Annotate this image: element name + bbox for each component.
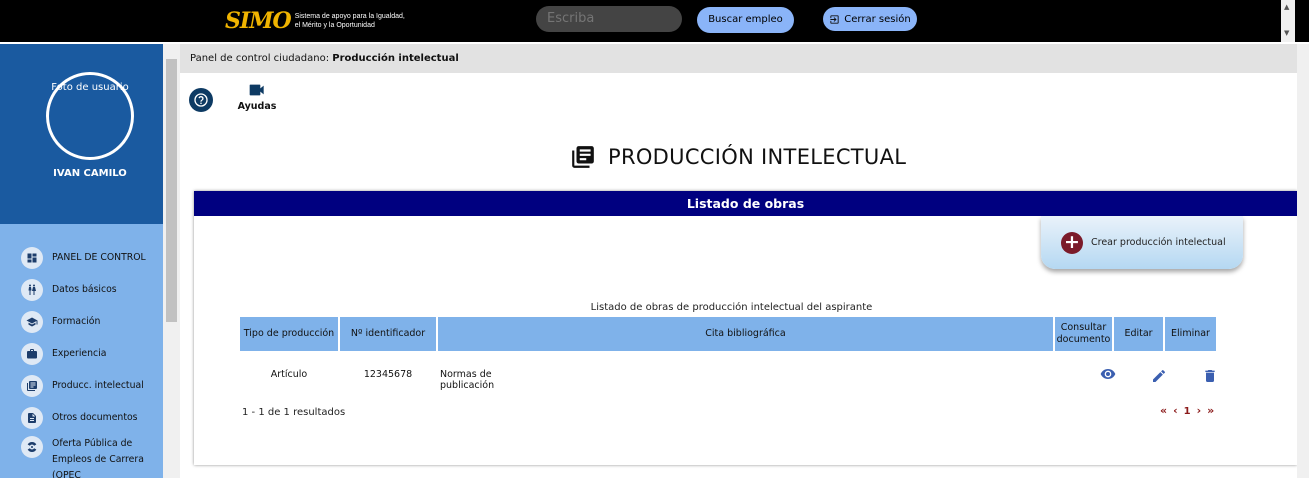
- view-document-button[interactable]: [1098, 365, 1118, 383]
- radiation-icon: [21, 436, 43, 458]
- sidebar-item-label: Oferta Pública de Empleos de Carrera (OP…: [52, 438, 144, 478]
- top-scrollbar[interactable]: ▲ ▼: [1281, 0, 1295, 42]
- cell-identificador: 12345678: [363, 369, 413, 380]
- sidebar-item-label: Datos básicos: [52, 284, 117, 295]
- cell-cita: Normas de publicación: [440, 369, 495, 391]
- page-number[interactable]: 1: [1184, 406, 1191, 417]
- sidebar-item-datos-basicos[interactable]: Datos básicos: [0, 274, 163, 306]
- sidebar: Foto de usuario IVAN CAMILO PANEL DE CON…: [0, 44, 163, 478]
- help-button[interactable]: [189, 88, 213, 112]
- edit-button[interactable]: [1149, 367, 1169, 385]
- main-content: Panel de control ciudadano: Producción i…: [180, 44, 1297, 478]
- page-title: PRODUCCIÓN INTELECTUAL: [570, 144, 906, 170]
- pencil-icon: [1153, 369, 1166, 382]
- sidebar-scrollbar-thumb[interactable]: [166, 59, 177, 322]
- simo-logo[interactable]: SIMO Sistema de apoyo para la Igualdad, …: [225, 8, 405, 34]
- library-books-icon: [21, 375, 43, 397]
- sidebar-item-experiencia[interactable]: Experiencia: [0, 338, 163, 370]
- eye-icon: [1100, 369, 1116, 379]
- ayudas-label: Ayudas: [237, 101, 277, 112]
- column-header-tipo[interactable]: Tipo de producción: [240, 317, 338, 351]
- video-camera-icon: [249, 84, 264, 96]
- logout-icon: [830, 14, 839, 24]
- sidebar-item-opec[interactable]: Oferta Pública de Empleos de Carrera (OP…: [0, 434, 163, 478]
- sidebar-item-label: Otros documentos: [52, 412, 138, 423]
- library-books-icon: [572, 146, 594, 168]
- sidebar-profile: Foto de usuario IVAN CAMILO: [0, 44, 163, 224]
- sidebar-item-produccion-intelectual[interactable]: Producc. intelectual: [0, 370, 163, 402]
- plus-icon: +: [1061, 231, 1083, 254]
- logo-text-line1: Sistema de apoyo para la Igualdad,: [294, 13, 405, 20]
- breadcrumb-current: Producción intelectual: [332, 53, 459, 64]
- logo-mark: SIMO: [225, 8, 292, 34]
- first-page-button[interactable]: «: [1160, 404, 1167, 417]
- search-input[interactable]: [536, 6, 682, 32]
- main-scrollbar[interactable]: [1297, 44, 1309, 478]
- delete-button[interactable]: [1200, 367, 1220, 385]
- user-name: IVAN CAMILO: [53, 168, 127, 179]
- avatar[interactable]: Foto de usuario: [46, 72, 134, 160]
- logo-text: Sistema de apoyo para la Igualdad, el Mé…: [295, 12, 405, 30]
- sidebar-item-formacion[interactable]: Formación: [0, 306, 163, 338]
- column-header-eliminar[interactable]: Eliminar: [1165, 317, 1216, 351]
- page-title-text: PRODUCCIÓN INTELECTUAL: [608, 145, 907, 169]
- column-header-identificador[interactable]: Nº identificador: [340, 317, 436, 351]
- help-icon: [194, 93, 208, 107]
- dashboard-icon: [21, 247, 43, 269]
- sidebar-item-label: Producc. intelectual: [52, 380, 144, 391]
- logout-button[interactable]: Cerrar sesión: [823, 7, 917, 31]
- cell-tipo: Artículo: [270, 369, 308, 380]
- logo-text-line2: el Mérito y la Oportunidad: [294, 22, 375, 29]
- sidebar-nav: PANEL DE CONTROL Datos básicos Formación…: [0, 242, 163, 478]
- logout-label: Cerrar sesión: [844, 13, 911, 25]
- trash-icon: [1205, 370, 1215, 382]
- sidebar-item-label: Formación: [52, 316, 101, 327]
- prev-page-button[interactable]: ‹: [1173, 404, 1178, 417]
- create-production-label: Crear producción intelectual: [1091, 237, 1226, 248]
- scroll-down-icon[interactable]: ▼: [1284, 29, 1289, 37]
- scroll-up-icon[interactable]: ▲: [1284, 3, 1289, 11]
- breadcrumb: Panel de control ciudadano: Producción i…: [180, 44, 1297, 73]
- card-header: Listado de obras: [194, 191, 1297, 216]
- school-icon: [21, 311, 43, 333]
- result-count: 1 - 1 de 1 resultados: [242, 407, 346, 418]
- sidebar-item-label: PANEL DE CONTROL: [52, 252, 146, 263]
- column-header-cita[interactable]: Cita bibliográfica: [438, 317, 1053, 351]
- next-page-button[interactable]: ›: [1197, 404, 1202, 417]
- document-icon: [21, 407, 43, 429]
- column-header-consultar[interactable]: Consultar documento: [1055, 317, 1112, 351]
- avatar-alt-text: Foto de usuario: [51, 82, 129, 93]
- sidebar-item-otros-documentos[interactable]: Otros documentos: [0, 402, 163, 434]
- column-header-editar[interactable]: Editar: [1114, 317, 1163, 351]
- briefcase-icon: [21, 343, 43, 365]
- search-job-button[interactable]: Buscar empleo: [697, 7, 794, 33]
- ayudas-button[interactable]: Ayudas: [237, 84, 277, 112]
- top-bar: SIMO Sistema de apoyo para la Igualdad, …: [0, 0, 1309, 42]
- works-list-card: Listado de obras + Crear producción inte…: [194, 191, 1297, 465]
- sidebar-item-panel-de-control[interactable]: PANEL DE CONTROL: [0, 242, 163, 274]
- sidebar-scrollbar[interactable]: [163, 44, 180, 478]
- breadcrumb-prefix: Panel de control ciudadano:: [190, 53, 330, 64]
- people-icon: [21, 279, 43, 301]
- last-page-button[interactable]: »: [1207, 404, 1214, 417]
- sidebar-item-label: Experiencia: [52, 348, 107, 359]
- pagination: « ‹ 1 › »: [1160, 404, 1214, 417]
- create-production-button[interactable]: + Crear producción intelectual: [1041, 216, 1243, 269]
- table-caption: Listado de obras de producción intelectu…: [590, 302, 873, 313]
